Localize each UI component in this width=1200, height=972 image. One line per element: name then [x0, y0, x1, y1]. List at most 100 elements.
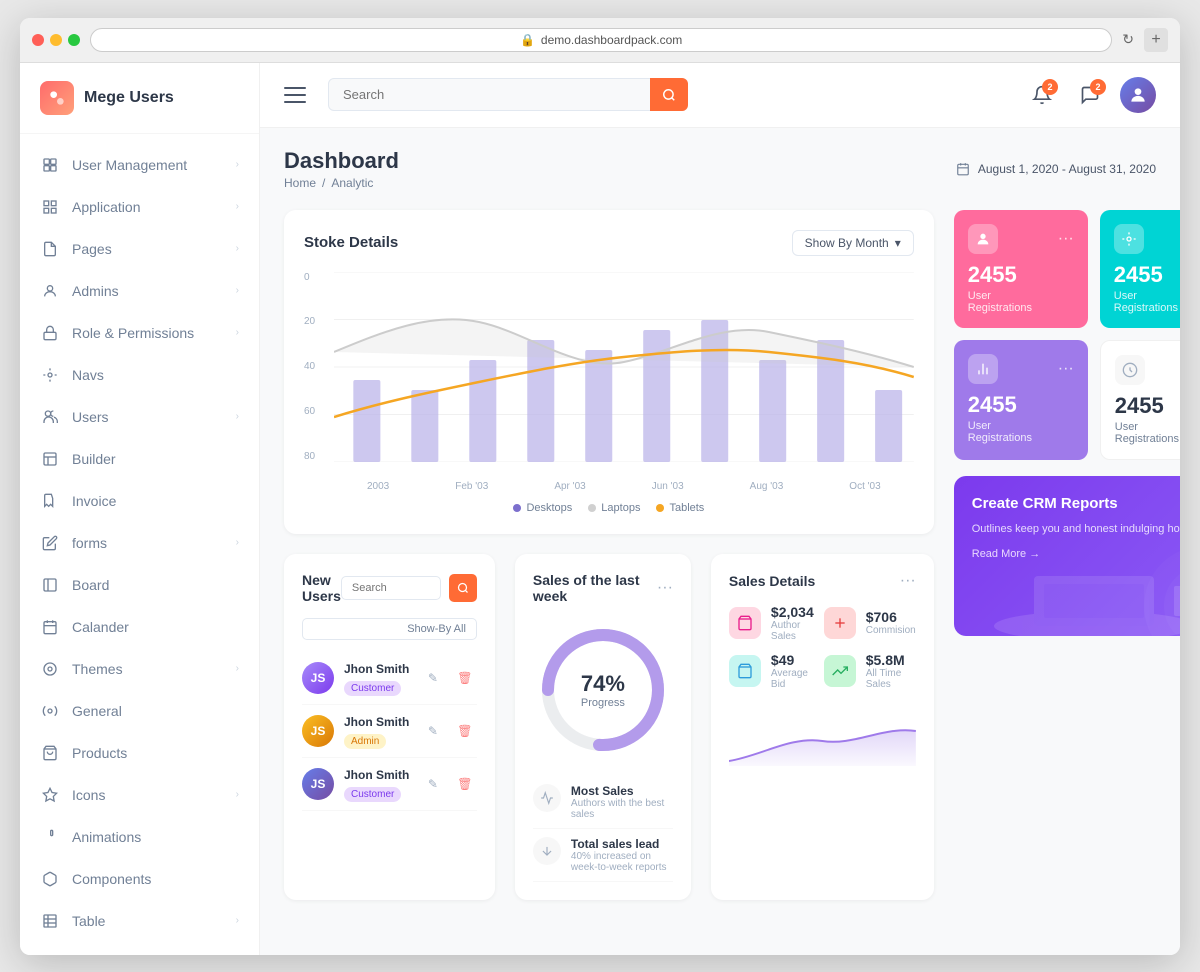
- sidebar-item-pages[interactable]: Pages ›: [20, 228, 259, 270]
- sidebar-item-cards[interactable]: Cards ›: [20, 942, 259, 955]
- notifications-button[interactable]: 2: [1024, 77, 1060, 113]
- sidebar-item-forms[interactable]: forms ›: [20, 522, 259, 564]
- chevron-right-icon: ›: [236, 915, 239, 926]
- navs-icon: [40, 365, 60, 385]
- sidebar-item-general[interactable]: General: [20, 690, 259, 732]
- sidebar-item-label: Admins: [72, 283, 236, 299]
- page-title-wrap: Dashboard Home / Analytic: [284, 148, 399, 190]
- legend-desktops: Desktops: [513, 502, 572, 514]
- user-avatar[interactable]: [1120, 77, 1156, 113]
- sidebar: Mege Users User Management › Application: [20, 63, 260, 955]
- sidebar-item-label: Components: [72, 871, 239, 887]
- progress-percent: 74%: [581, 671, 625, 697]
- sidebar-item-navs[interactable]: Navs: [20, 354, 259, 396]
- user-info-3: Jhon Smith Customer: [344, 766, 411, 802]
- sidebar-item-themes[interactable]: Themes ›: [20, 648, 259, 690]
- sidebar-item-invoice[interactable]: Invoice: [20, 480, 259, 522]
- stat-number-cyan: 2455: [1114, 262, 1180, 288]
- legend-dot-laptops: [588, 504, 596, 512]
- stat-card-header-pink: ···: [968, 224, 1074, 254]
- sidebar-item-label: Application: [72, 199, 236, 215]
- sidebar-navigation: User Management › Application › Pages ›: [20, 134, 259, 955]
- reload-icon[interactable]: ↻: [1122, 31, 1134, 48]
- sidebar-item-user-management[interactable]: User Management ›: [20, 144, 259, 186]
- stat-number-white: 2455: [1115, 393, 1180, 419]
- total-sales-sub: 40% increased on week-to-week reports: [571, 851, 673, 873]
- maximize-button[interactable]: [68, 34, 80, 46]
- search-input[interactable]: [328, 78, 688, 111]
- icons-icon: [40, 785, 60, 805]
- stat-menu-purple[interactable]: ···: [1058, 360, 1074, 378]
- user-avatar-3: JS: [302, 768, 334, 800]
- messages-button[interactable]: 2: [1072, 77, 1108, 113]
- search-button[interactable]: [650, 78, 688, 111]
- average-bid-amount: $49: [771, 652, 814, 668]
- sales-item-most: Most Sales Authors with the best sales: [533, 776, 673, 829]
- close-button[interactable]: [32, 34, 44, 46]
- themes-icon: [40, 659, 60, 679]
- sidebar-item-users[interactable]: Users ›: [20, 396, 259, 438]
- search-box: [328, 78, 688, 111]
- commission-label: Commision: [866, 625, 916, 636]
- url-bar[interactable]: 🔒 demo.dashboardpack.com: [90, 28, 1112, 52]
- delete-user-button-3[interactable]: 🗑: [453, 772, 477, 796]
- sidebar-item-admins[interactable]: Admins ›: [20, 270, 259, 312]
- breadcrumb-current: Analytic: [331, 176, 373, 190]
- left-column: Stoke Details Show By Month ▾ 806040200: [284, 210, 934, 900]
- sidebar-item-board[interactable]: Board: [20, 564, 259, 606]
- edit-user-button-3[interactable]: ✎: [421, 772, 445, 796]
- stat-number-purple: 2455: [968, 392, 1074, 418]
- sales-details-card: Sales Details ··· $2,: [711, 554, 934, 900]
- user-row: JS Jhon Smith Customer ✎ 🗑: [302, 758, 477, 811]
- sales-detail-author: $2,034 Author Sales: [729, 604, 814, 642]
- delete-user-button-2[interactable]: 🗑: [453, 719, 477, 743]
- crm-card: Create CRM Reports Outlines keep you and…: [954, 476, 1180, 636]
- commission-icon: [824, 607, 856, 639]
- sales-week-menu-button[interactable]: ···: [657, 579, 673, 597]
- show-by-button[interactable]: Show By Month ▾: [792, 230, 914, 256]
- progress-label: Progress: [581, 697, 625, 709]
- users-search-input[interactable]: [341, 576, 441, 600]
- sidebar-item-animations[interactable]: Animations: [20, 816, 259, 858]
- y-axis-labels: 806040200: [304, 272, 319, 462]
- stat-card-pink: ··· 2455 UserRegistrations: [954, 210, 1088, 328]
- sidebar-item-calander[interactable]: Calander: [20, 606, 259, 648]
- breadcrumb: Home / Analytic: [284, 176, 399, 190]
- user-name-1: Jhon Smith: [344, 662, 409, 676]
- sidebar-item-builder[interactable]: Builder: [20, 438, 259, 480]
- delete-user-button-1[interactable]: 🗑: [453, 666, 477, 690]
- stat-card-cyan: ··· 2455 UserRegistrations: [1100, 210, 1180, 328]
- menu-button[interactable]: [284, 81, 312, 109]
- right-column: ··· 2455 UserRegistrations: [954, 210, 1180, 900]
- total-sales-icon: [533, 837, 561, 865]
- show-by-all-button[interactable]: Show-By All: [302, 618, 477, 640]
- user-avatar-1: JS: [302, 662, 334, 694]
- sidebar-item-icons[interactable]: Icons ›: [20, 774, 259, 816]
- chevron-down-icon: ▾: [895, 236, 901, 250]
- sidebar-item-label: Pages: [72, 241, 236, 257]
- stat-menu-pink[interactable]: ···: [1058, 230, 1074, 248]
- sales-details-menu-button[interactable]: ···: [900, 572, 916, 590]
- sidebar-item-table[interactable]: Table ›: [20, 900, 259, 942]
- main-content-area: Dashboard Home / Analytic August 1, 2020…: [260, 128, 1180, 955]
- users-search-button[interactable]: [449, 574, 477, 602]
- sidebar-item-role-permissions[interactable]: Role & Permissions ›: [20, 312, 259, 354]
- minimize-button[interactable]: [50, 34, 62, 46]
- stat-icon-purple: [968, 354, 998, 384]
- sidebar-item-label: Builder: [72, 451, 239, 467]
- edit-user-button-1[interactable]: ✎: [421, 666, 445, 690]
- invoice-icon: [40, 491, 60, 511]
- edit-user-button-2[interactable]: ✎: [421, 719, 445, 743]
- admins-icon: [40, 281, 60, 301]
- sidebar-item-products[interactable]: Products: [20, 732, 259, 774]
- user-name-2: Jhon Smith: [344, 715, 409, 729]
- sidebar-item-label: Invoice: [72, 493, 239, 509]
- sidebar-item-application[interactable]: Application ›: [20, 186, 259, 228]
- crm-read-more-link[interactable]: Read More →: [972, 548, 1180, 560]
- new-tab-button[interactable]: +: [1144, 28, 1168, 52]
- topbar-right: 2 2: [1024, 77, 1156, 113]
- chart-inner: [334, 272, 914, 462]
- breadcrumb-home[interactable]: Home: [284, 176, 316, 190]
- user-name-3: Jhon Smith: [344, 768, 409, 782]
- sidebar-item-components[interactable]: Components: [20, 858, 259, 900]
